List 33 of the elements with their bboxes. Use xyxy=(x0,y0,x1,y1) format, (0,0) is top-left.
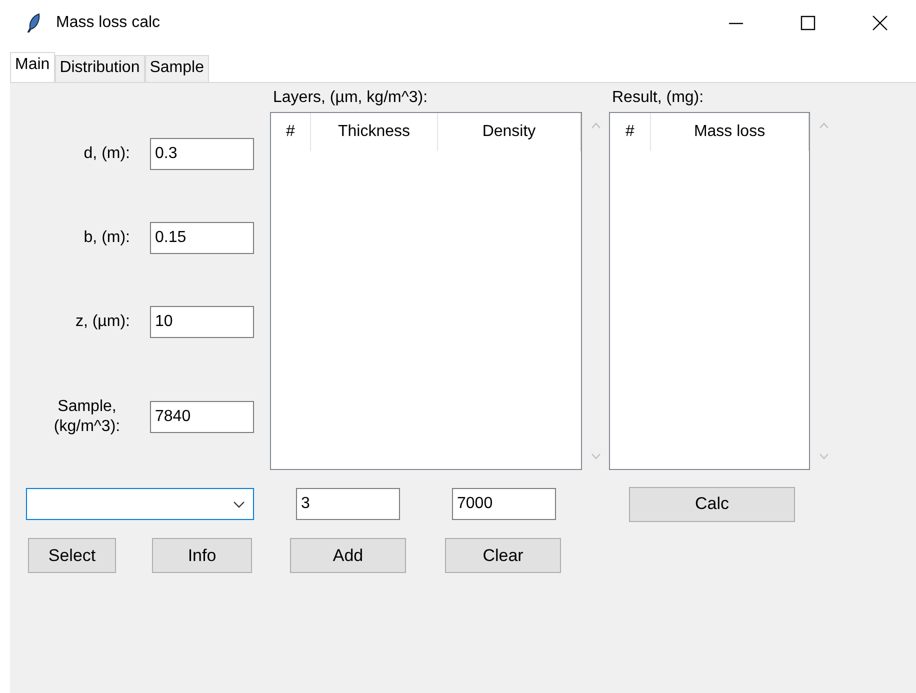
close-icon[interactable] xyxy=(872,15,888,31)
input-field[interactable]: 0.3 xyxy=(150,138,254,170)
calc-button[interactable]: Calc xyxy=(629,486,795,522)
tab[interactable]: Main xyxy=(10,52,55,82)
action-button[interactable]: Select xyxy=(28,538,116,573)
input-field[interactable]: 7840 xyxy=(150,401,254,433)
input-field[interactable]: 10 xyxy=(150,306,254,338)
column-header[interactable]: # xyxy=(610,113,651,151)
result-table[interactable]: # Mass loss xyxy=(609,112,810,470)
layers-table[interactable]: # Thickness Density xyxy=(270,112,582,470)
field-label: d, (m): xyxy=(82,145,130,163)
feather-icon xyxy=(26,13,42,33)
table-label: Result, (mg): xyxy=(611,89,705,108)
tab[interactable]: Sample xyxy=(144,55,209,82)
column-header[interactable]: Thickness xyxy=(311,113,438,151)
tab[interactable]: Distribution xyxy=(54,55,145,82)
column-header[interactable]: # xyxy=(271,113,311,151)
input-field[interactable]: 0.15 xyxy=(150,222,254,254)
action-button[interactable]: Clear xyxy=(445,538,561,573)
action-button[interactable]: Info xyxy=(152,538,252,573)
window-title: Mass loss calc xyxy=(56,14,160,32)
action-button[interactable]: Add xyxy=(290,538,406,573)
maximize-icon[interactable] xyxy=(800,15,816,31)
input-field[interactable]: 7000 xyxy=(452,488,556,520)
chevron-down-icon xyxy=(233,500,245,508)
dropdown[interactable] xyxy=(26,488,254,520)
column-header[interactable]: Mass loss xyxy=(651,113,809,151)
field-label: z, (µm): xyxy=(74,313,130,331)
column-header[interactable]: Density xyxy=(438,113,581,151)
field-label: b, (m): xyxy=(82,229,130,247)
field-label: Sample, (kg/m^3): xyxy=(52,397,122,437)
table-label: Layers, (µm, kg/m^3): xyxy=(272,89,429,108)
input-field[interactable]: 3 xyxy=(296,488,400,520)
